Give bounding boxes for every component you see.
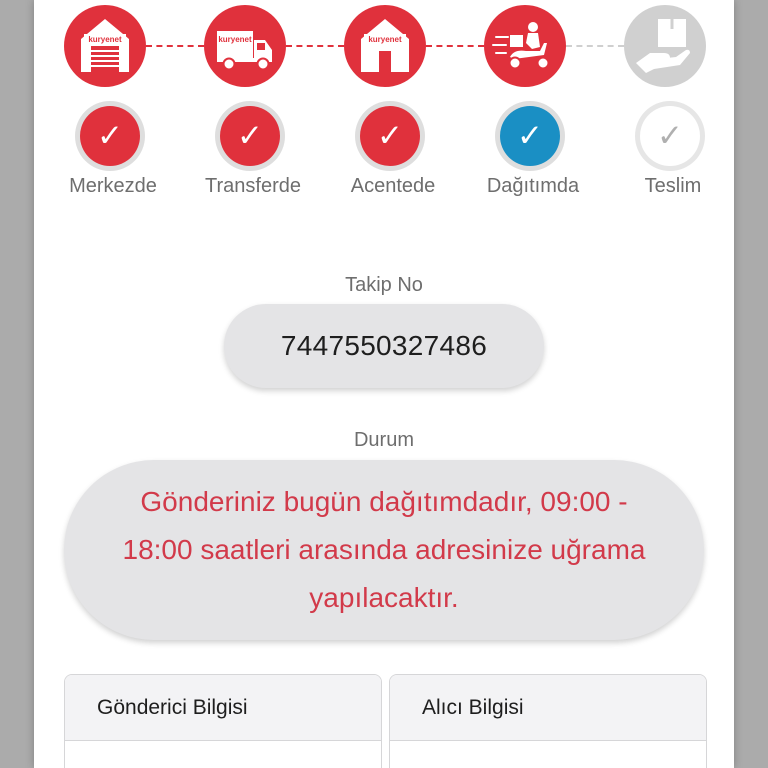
warehouse-icon: kuryenet	[64, 5, 146, 87]
step-status-indicator: ✓	[635, 101, 705, 171]
progress-connector	[426, 45, 484, 47]
step-label-teslim: Teslim	[644, 175, 702, 197]
checkmark-icon: ✓	[640, 106, 700, 166]
status-label: Durum	[353, 429, 414, 451]
step-label-dagitimda: Dağıtımda	[486, 175, 580, 197]
step-label-merkezde: Merkezde	[69, 175, 157, 197]
progress-connector	[286, 45, 344, 47]
tracking-card: kuryenet kuryenet kuryenet ✓ ✓ ✓ ✓ ✓ Mer…	[34, 0, 734, 768]
progress-connector	[146, 45, 204, 47]
step-status-indicator: ✓	[75, 101, 145, 171]
step-status-indicator: ✓	[495, 101, 565, 171]
status-message-text: Gönderiniz bugün dağıtımdadır, 09:00 - 1…	[122, 486, 646, 613]
checkmark-icon: ✓	[80, 106, 140, 166]
agency-house-icon: kuryenet	[344, 5, 426, 87]
truck-icon: kuryenet	[204, 5, 286, 87]
kuryenet-logo: kuryenet	[218, 35, 252, 44]
kuryenet-logo: kuryenet	[368, 35, 402, 44]
checkmark-icon: ✓	[220, 106, 280, 166]
package-delivered-icon	[624, 5, 706, 87]
progress-connector	[566, 45, 624, 47]
checkmark-icon: ✓	[500, 106, 560, 166]
receiver-info-title: Alıcı Bilgisi	[390, 675, 706, 741]
shipment-progress-stepper: kuryenet kuryenet kuryenet ✓ ✓ ✓ ✓ ✓ Mer…	[34, 0, 734, 210]
sender-info-title: Gönderici Bilgisi	[65, 675, 381, 741]
step-label-transferde: Transferde	[205, 175, 301, 197]
tracking-number-value: 7447550327486	[224, 304, 544, 388]
step-status-indicator: ✓	[215, 101, 285, 171]
tracking-number-label: Takip No	[345, 274, 423, 296]
kuryenet-logo: kuryenet	[88, 35, 122, 44]
step-label-acentede: Acentede	[350, 175, 436, 197]
sender-info-card[interactable]: Gönderici Bilgisi	[64, 674, 382, 768]
scooter-courier-icon	[484, 5, 566, 87]
receiver-info-card[interactable]: Alıcı Bilgisi	[389, 674, 707, 768]
checkmark-icon: ✓	[360, 106, 420, 166]
status-message: Gönderiniz bugün dağıtımdadır, 09:00 - 1…	[64, 460, 704, 640]
step-status-indicator: ✓	[355, 101, 425, 171]
